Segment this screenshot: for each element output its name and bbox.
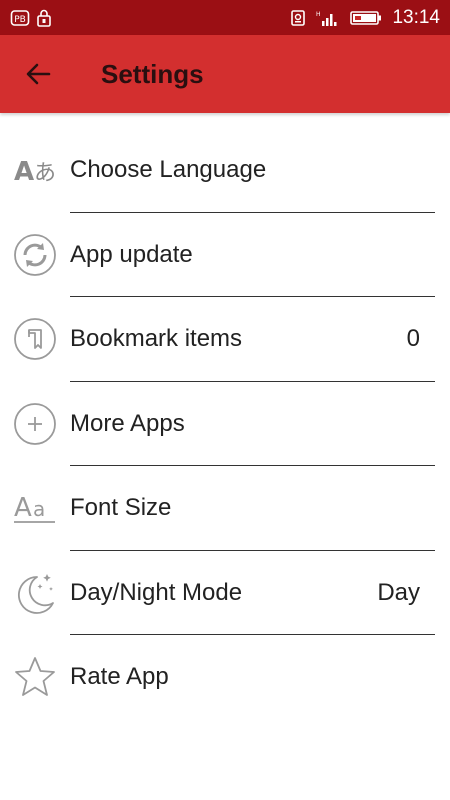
notification-lock-icon	[36, 9, 52, 27]
bookmark-icon	[12, 316, 58, 362]
setting-label: More Apps	[70, 409, 185, 437]
setting-rate-app[interactable]: Rate App	[0, 635, 450, 720]
moon-stars-icon	[12, 570, 58, 616]
setting-bookmark-items[interactable]: Bookmark items 0	[0, 297, 450, 382]
setting-label: Font Size	[70, 494, 172, 522]
status-bar: PB H 13:14	[0, 0, 450, 35]
add-circle-icon	[12, 401, 58, 447]
status-notifications: PB	[10, 9, 52, 27]
refresh-icon	[12, 232, 58, 278]
bookmark-count: 0	[406, 325, 420, 353]
status-system: H 13:14	[290, 7, 440, 29]
settings-list: A あ Choose Language App update Bookmark …	[0, 128, 450, 720]
battery-icon	[350, 10, 382, 26]
font-size-icon: A a	[12, 485, 58, 531]
setting-day-night-mode[interactable]: Day/Night Mode Day	[0, 551, 450, 635]
svg-text:PB: PB	[14, 15, 26, 25]
setting-label: Bookmark items	[70, 325, 243, 353]
back-button[interactable]	[0, 35, 76, 113]
star-icon	[12, 654, 58, 700]
mode-value: Day	[377, 578, 420, 606]
setting-label: Day/Night Mode	[70, 578, 243, 606]
setting-label: Rate App	[70, 663, 169, 691]
signal-icon: H	[316, 9, 340, 27]
setting-label: Choose Language	[70, 156, 267, 184]
setting-app-update[interactable]: App update	[0, 213, 450, 297]
app-bar: Settings	[0, 35, 450, 113]
setting-choose-language[interactable]: A あ Choose Language	[0, 128, 450, 213]
notification-app-icon: PB	[10, 9, 30, 27]
svg-text:H: H	[316, 11, 321, 18]
status-time: 13:14	[392, 6, 440, 28]
language-icon: A あ	[12, 147, 58, 193]
svg-text:A: A	[14, 493, 32, 523]
arrow-back-icon	[26, 63, 51, 85]
setting-label: App update	[70, 240, 193, 268]
svg-text:A: A	[14, 157, 34, 186]
sim-icon	[290, 9, 306, 27]
svg-text:あ: あ	[34, 161, 56, 186]
svg-text:a: a	[33, 497, 45, 521]
setting-font-size[interactable]: A a Font Size	[0, 466, 450, 551]
page-title: Settings	[101, 58, 204, 89]
setting-more-apps[interactable]: More Apps	[0, 382, 450, 466]
